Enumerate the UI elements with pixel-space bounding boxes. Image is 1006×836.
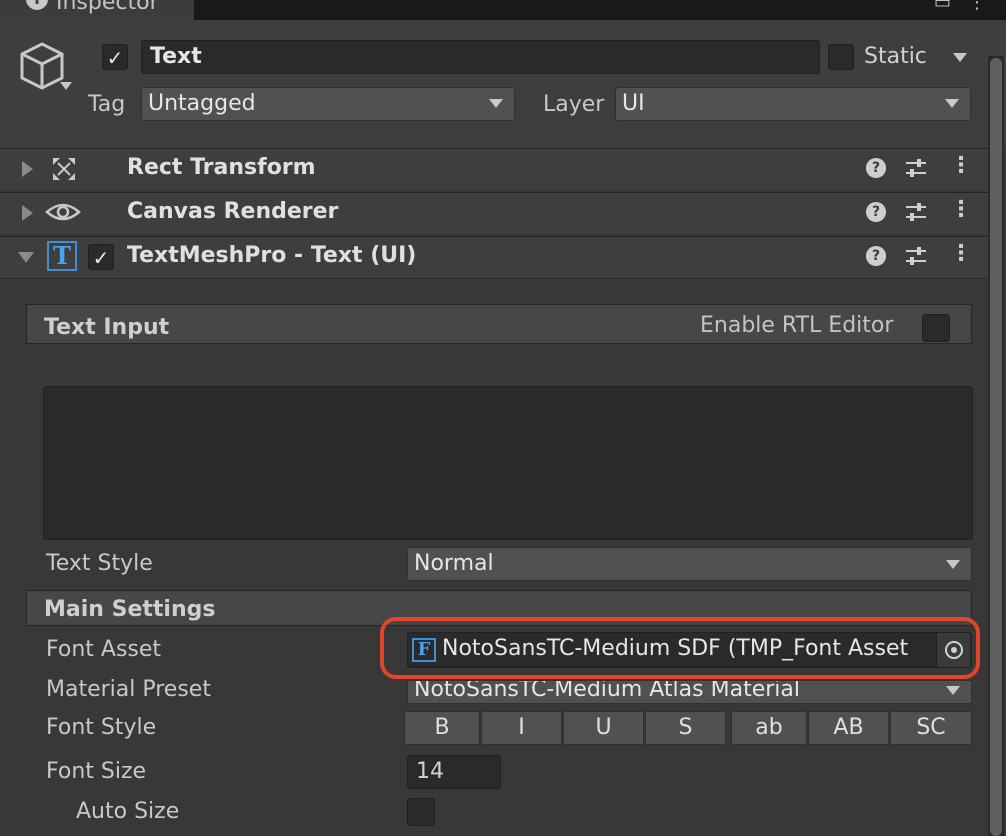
object-name-field[interactable]: Text (141, 40, 820, 74)
component-title: Rect Transform (127, 155, 316, 180)
font-style-uppercase-button[interactable]: AB (808, 711, 889, 745)
help-icon[interactable]: ? (866, 202, 886, 222)
expand-arrow-icon[interactable] (22, 205, 33, 221)
more-options-icon[interactable]: ⋮ (968, 0, 986, 13)
checkmark-icon: ✓ (106, 46, 124, 70)
material-preset-label: Material Preset (46, 677, 211, 702)
help-icon[interactable]: ? (866, 158, 886, 178)
font-style-italic-button[interactable]: I (481, 711, 562, 745)
tag-label: Tag (88, 92, 126, 117)
checkmark-icon: ✓ (92, 246, 110, 270)
text-input-area[interactable] (43, 386, 973, 540)
font-size-field[interactable]: 14 (407, 755, 501, 789)
material-preset-dropdown[interactable]: NotoSansTC-Medium Atlas Material (407, 680, 972, 704)
active-checkbox[interactable]: ✓ (102, 44, 128, 70)
scrollbar-thumb[interactable] (990, 58, 1002, 836)
inspector-tab-label: Inspector (56, 0, 159, 15)
help-icon[interactable]: ? (866, 246, 886, 266)
icon-dropdown-arrow[interactable] (60, 82, 72, 90)
collapse-arrow-icon[interactable] (18, 252, 34, 263)
main-settings-title: Main Settings (44, 597, 216, 622)
text-style-label: Text Style (46, 551, 153, 576)
auto-size-checkbox[interactable] (407, 798, 435, 826)
text-style-value: Normal (414, 551, 494, 576)
layer-dropdown[interactable]: UI (615, 87, 971, 121)
rect-transform-icon (53, 158, 75, 180)
text-input-title: Text Input (44, 315, 170, 340)
text-style-dropdown[interactable]: Normal (407, 547, 972, 581)
tag-dropdown[interactable]: Untagged (141, 87, 515, 121)
material-preset-dropdown-arrow (946, 686, 960, 695)
font-style-bold-button[interactable]: B (404, 711, 480, 745)
font-size-label: Font Size (46, 759, 147, 784)
font-style-smallcaps-button[interactable]: SC (890, 711, 972, 745)
tag-value: Untagged (148, 91, 256, 116)
font-style-underline-button[interactable]: U (563, 711, 644, 745)
component-menu-icon[interactable]: ⋮ (950, 241, 972, 266)
component-enabled-checkbox[interactable]: ✓ (88, 244, 114, 270)
text-style-dropdown-arrow (946, 560, 960, 569)
static-dropdown-arrow[interactable] (953, 53, 967, 62)
preset-sliders-icon[interactable] (904, 157, 928, 179)
component-menu-icon[interactable]: ⋮ (950, 153, 972, 178)
tag-dropdown-arrow (489, 99, 503, 108)
preset-sliders-icon[interactable] (904, 245, 928, 267)
layer-value: UI (622, 91, 645, 116)
font-style-label: Font Style (46, 715, 157, 740)
maximize-icon[interactable]: ▭ (934, 0, 951, 13)
highlight-annotation (380, 617, 980, 679)
material-preset-value: NotoSansTC-Medium Atlas Material (414, 680, 800, 702)
static-label: Static (864, 44, 927, 69)
font-style-strikethrough-button[interactable]: S (645, 711, 726, 745)
layer-label: Layer (543, 92, 605, 117)
eye-icon (45, 203, 81, 221)
preset-sliders-icon[interactable] (904, 201, 928, 223)
auto-size-label: Auto Size (76, 799, 180, 824)
enable-rtl-label: Enable RTL Editor (700, 313, 894, 338)
component-title: Canvas Renderer (127, 199, 339, 224)
layer-dropdown-arrow (945, 99, 959, 108)
font-asset-label: Font Asset (46, 637, 162, 662)
font-style-lowercase-button[interactable]: ab (731, 711, 807, 745)
textmeshpro-icon: T (47, 241, 77, 271)
divider (0, 278, 988, 279)
expand-arrow-icon[interactable] (22, 161, 33, 177)
component-menu-icon[interactable]: ⋮ (950, 197, 972, 222)
component-title: TextMeshPro - Text (UI) (127, 243, 417, 268)
enable-rtl-checkbox[interactable] (922, 314, 950, 342)
static-checkbox[interactable] (828, 44, 854, 70)
